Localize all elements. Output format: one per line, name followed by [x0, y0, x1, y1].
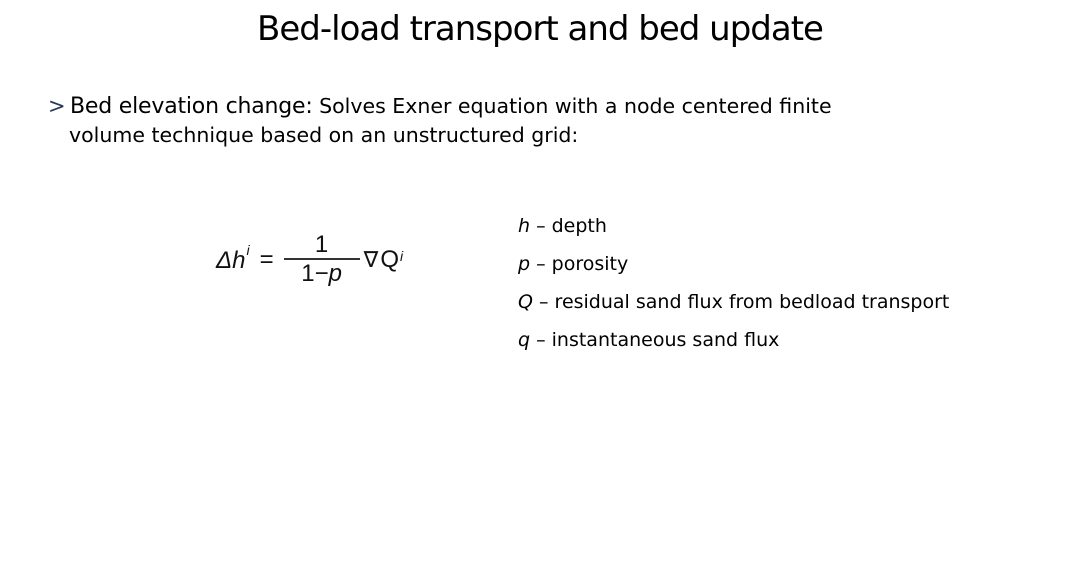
lhs-superscript: i [246, 241, 250, 258]
legend-item: h – depth [518, 207, 949, 245]
rhs-variable: Q [380, 246, 399, 273]
legend-description: – residual sand flux from bedload transp… [532, 291, 950, 313]
legend-item: p – porosity [518, 245, 949, 283]
exner-equation: Δhi = 1 1−p ∇ Qi [216, 232, 403, 288]
lhs-variable: h [232, 246, 246, 274]
bullet-point: > Bed elevation change: Solves Exner equa… [48, 92, 1048, 150]
denominator-constant: 1− [301, 259, 329, 287]
legend-item: q – instantaneous sand flux [518, 321, 949, 359]
variable-legend: h – depth p – porosity Q – residual sand… [518, 207, 949, 359]
bullet-line-1: > Bed elevation change: Solves Exner equa… [48, 92, 1048, 121]
denominator-variable: p [328, 259, 342, 287]
legend-symbol: Q [518, 291, 533, 313]
legend-description: – instantaneous sand flux [530, 329, 780, 351]
delta-symbol: Δ [216, 246, 233, 274]
bullet-marker-icon: > [48, 94, 66, 118]
legend-symbol: q [518, 329, 531, 351]
bullet-heading: Bed elevation change: [70, 94, 313, 119]
fraction: 1 1−p [283, 231, 360, 287]
fraction-denominator: 1−p [301, 260, 342, 287]
bullet-line-2: volume technique based on an unstructure… [69, 123, 579, 147]
slide-title: Bed-load transport and bed update [257, 9, 824, 49]
nabla-symbol: ∇ [363, 247, 379, 272]
fraction-numerator: 1 [314, 231, 329, 259]
legend-item: Q – residual sand flux from bedload tran… [518, 283, 949, 321]
equation-lhs: Δhi [216, 242, 250, 275]
equals-sign: = [259, 246, 274, 273]
legend-description: – porosity [530, 253, 629, 275]
legend-description: – depth [530, 215, 607, 237]
legend-symbol: p [518, 253, 531, 275]
rhs-superscript: i [400, 248, 404, 264]
legend-symbol: h [518, 215, 531, 237]
bullet-text: Solves Exner equation with a node center… [312, 94, 832, 118]
